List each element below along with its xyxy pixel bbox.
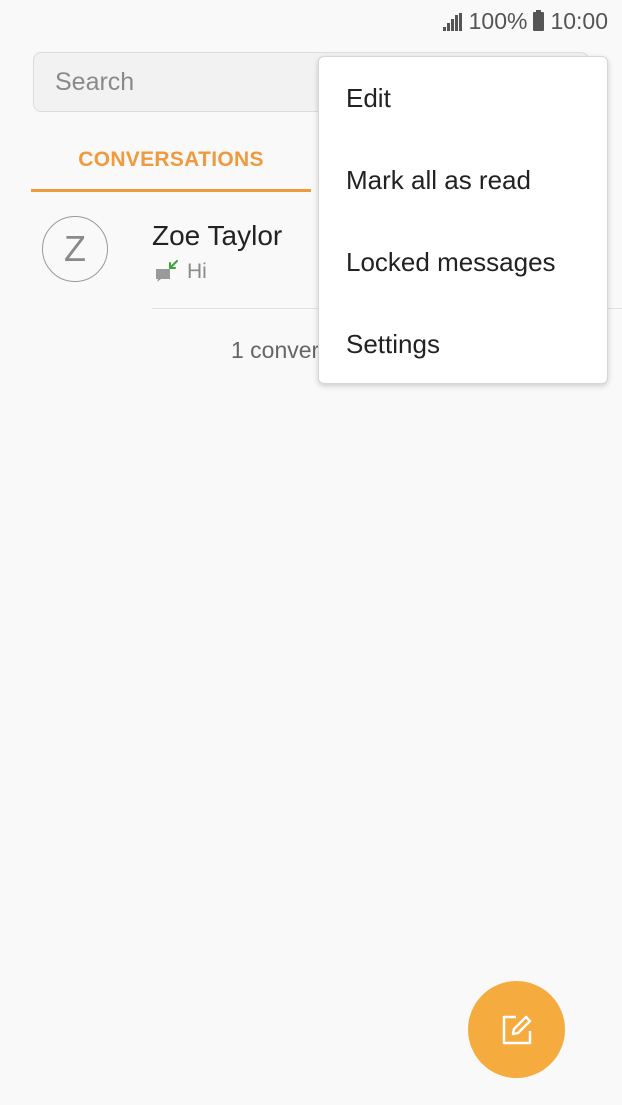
status-indicators: 100% 10:00 (442, 8, 608, 35)
avatar: Z (42, 216, 108, 282)
compose-icon (502, 1015, 531, 1044)
signal-icon (442, 12, 463, 31)
incoming-message-icon (156, 260, 178, 282)
clock: 10:00 (550, 8, 608, 34)
overflow-menu: Edit Mark all as read Locked messages Se… (318, 56, 608, 384)
menu-item-edit[interactable]: Edit (319, 57, 607, 139)
message-preview: Hi (187, 260, 207, 283)
battery-percent: 100% (468, 8, 528, 34)
battery-icon (533, 10, 545, 31)
tab-conversations[interactable]: CONVERSATIONS (31, 132, 311, 192)
compose-button[interactable] (468, 981, 565, 1078)
menu-item-mark-all-as-read[interactable]: Mark all as read (319, 139, 607, 221)
menu-item-settings[interactable]: Settings (319, 303, 607, 385)
menu-item-locked-messages[interactable]: Locked messages (319, 221, 607, 303)
conversation-count: 1 conver (231, 337, 320, 363)
contact-name: Zoe Taylor (152, 220, 283, 251)
tab-conversations-label: CONVERSATIONS (78, 148, 264, 171)
tab-active-indicator (31, 189, 311, 192)
status-bar: 100% 10:00 (0, 0, 622, 44)
